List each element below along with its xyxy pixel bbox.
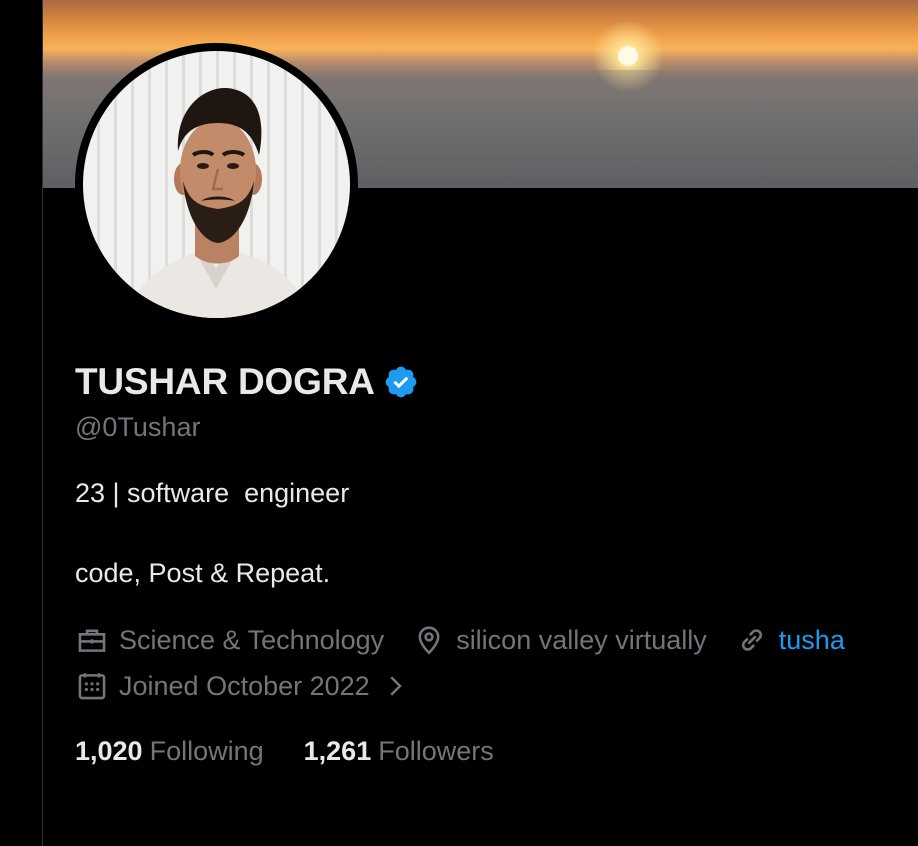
bio-line-1: 23 | software engineer (75, 478, 350, 508)
website-link[interactable]: tusha (779, 625, 845, 656)
joined-label: Joined October 2022 (119, 670, 370, 701)
avatar-portrait (123, 88, 313, 318)
left-rail (0, 0, 42, 846)
verified-badge-icon[interactable] (383, 364, 419, 400)
followers-count: 1,261 (303, 736, 372, 766)
profile-name: TUSHAR DOGRA (75, 361, 375, 402)
category-item: Science & Technology (75, 623, 384, 657)
location-item: silicon valley virtually (412, 623, 707, 657)
followers-label: Followers (378, 736, 494, 766)
profile-stats: 1,020 Following 1,261 Followers (75, 736, 494, 767)
following-link[interactable]: 1,020 Following (75, 736, 264, 767)
profile-handle: @0Tushar (75, 412, 201, 442)
briefcase-icon (78, 629, 106, 652)
joined-item[interactable]: Joined October 2022 (75, 668, 410, 704)
location-pin-icon (418, 626, 440, 655)
following-label: Following (149, 736, 264, 766)
avatar[interactable] (83, 51, 350, 318)
link-icon (741, 629, 762, 651)
profile-meta-row: Science & Technology silicon valley virt… (75, 622, 873, 658)
followers-link[interactable]: 1,261 Followers (304, 736, 494, 767)
calendar-icon (78, 673, 106, 700)
bio-line-2: code, Post & Repeat. (75, 558, 331, 588)
profile-name-row: TUSHAR DOGRA (75, 358, 419, 406)
location-label: silicon valley virtually (456, 624, 707, 655)
website-item[interactable]: tusha (735, 623, 845, 657)
following-count: 1,020 (75, 736, 143, 766)
category-label: Science & Technology (119, 624, 385, 655)
chevron-right-icon[interactable] (380, 671, 410, 701)
